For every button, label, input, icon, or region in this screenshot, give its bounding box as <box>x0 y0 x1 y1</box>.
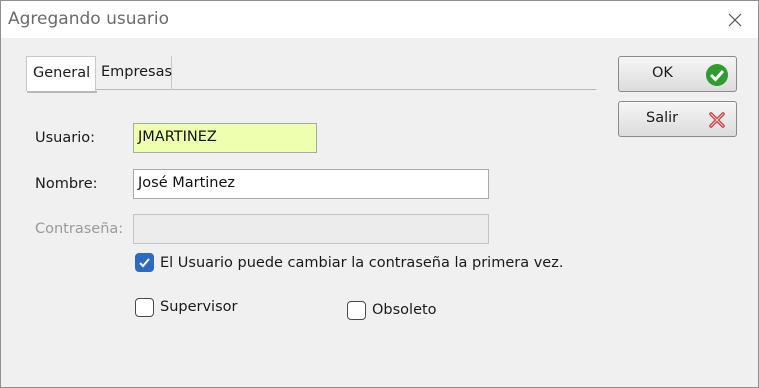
x-icon <box>709 112 725 128</box>
obsoleto-checkbox[interactable] <box>347 301 366 320</box>
usuario-label: Usuario: <box>35 130 95 146</box>
nombre-field[interactable]: José Martinez <box>133 169 489 199</box>
title-bar: Agregando usuario <box>1 1 758 38</box>
ok-button-label: OK <box>652 65 673 81</box>
puede-cambiar-checkbox[interactable] <box>135 253 154 272</box>
checkmark-icon <box>706 64 728 86</box>
supervisor-label[interactable]: Supervisor <box>160 299 237 315</box>
salir-button[interactable]: Salir <box>618 101 737 137</box>
close-icon <box>728 13 742 26</box>
supervisor-checkbox[interactable] <box>135 298 154 317</box>
salir-button-label: Salir <box>646 110 679 126</box>
contrasena-label: Contraseña: <box>35 221 124 237</box>
ok-button[interactable]: OK <box>618 56 737 92</box>
nombre-label: Nombre: <box>35 176 98 192</box>
tab-general[interactable]: General <box>26 56 97 93</box>
puede-cambiar-label[interactable]: El Usuario puede cambiar la contraseña l… <box>160 255 563 271</box>
close-button[interactable] <box>712 1 758 38</box>
obsoleto-label[interactable]: Obsoleto <box>372 302 437 318</box>
dialog-window: Agregando usuario General Empresas Usuar… <box>0 0 759 388</box>
usuario-field[interactable]: JMARTINEZ <box>133 123 317 153</box>
window-title: Agregando usuario <box>8 9 170 29</box>
contrasena-field[interactable] <box>133 214 489 244</box>
tab-strip: General Empresas <box>26 56 596 93</box>
tab-empresas[interactable]: Empresas <box>96 56 172 90</box>
checkmark-icon <box>139 258 150 268</box>
